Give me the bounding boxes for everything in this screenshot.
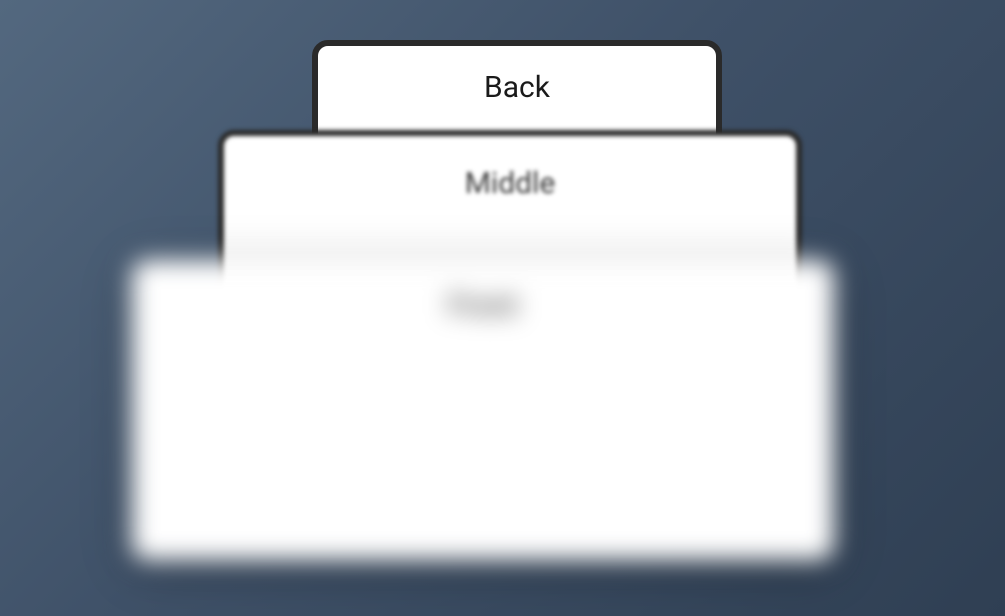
- card-middle-label: Middle: [224, 136, 796, 201]
- card-front: Front: [132, 260, 834, 560]
- card-front-label: Front: [132, 260, 834, 323]
- card-back-label: Back: [318, 46, 716, 105]
- depth-of-field-stage: Back Middle Front: [0, 0, 1005, 616]
